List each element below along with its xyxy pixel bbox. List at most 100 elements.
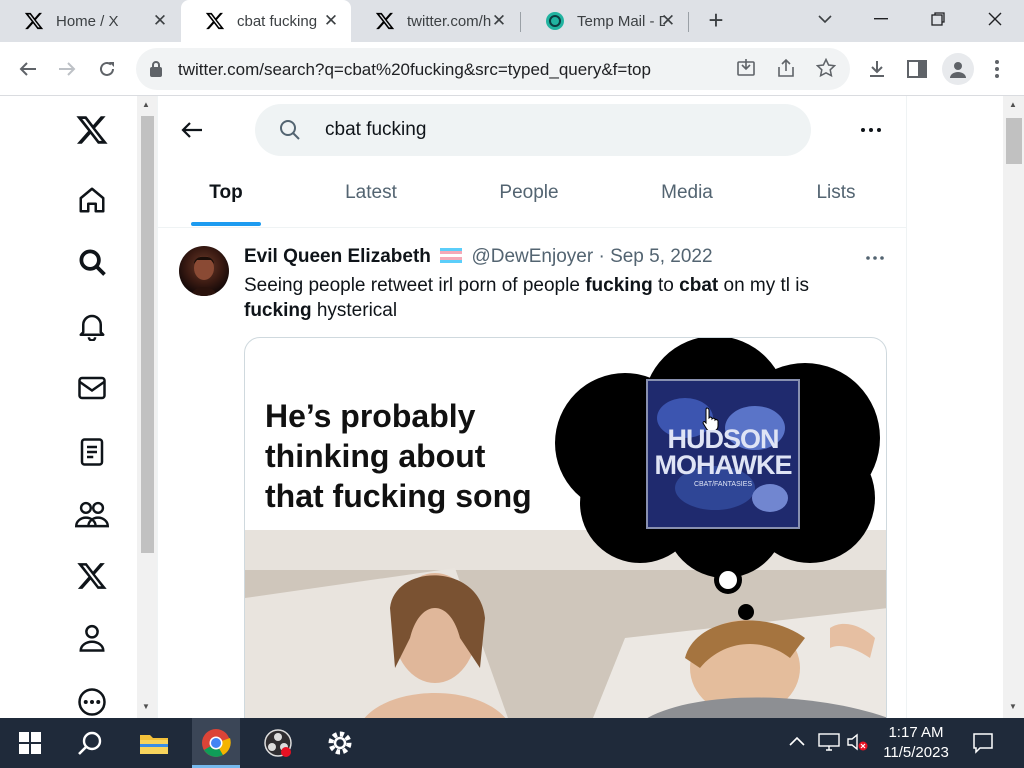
show-hidden-icons-icon[interactable] bbox=[788, 734, 806, 752]
messages-mail-icon[interactable] bbox=[72, 368, 112, 408]
tab-home[interactable]: Home / X ✕ bbox=[0, 0, 180, 42]
close-tab-icon[interactable]: ✕ bbox=[489, 11, 509, 31]
file-explorer-icon[interactable] bbox=[130, 718, 178, 768]
x-premium-icon[interactable] bbox=[72, 556, 112, 596]
tweet-text-part: to bbox=[652, 275, 680, 296]
obs-studio-icon[interactable] bbox=[254, 718, 302, 768]
download-icon[interactable] bbox=[862, 54, 892, 84]
search-highlight: fucking bbox=[585, 275, 653, 296]
search-highlight: fucking bbox=[244, 300, 312, 321]
tab-cbat-search[interactable]: cbat fucking ✕ bbox=[181, 0, 351, 42]
meme-caption-line: that fucking song bbox=[265, 478, 532, 514]
tab-media[interactable]: Media bbox=[648, 182, 726, 212]
tab-top[interactable]: Top bbox=[191, 182, 261, 212]
settings-gear-icon[interactable] bbox=[316, 718, 364, 768]
meme-caption-line: He’s probably bbox=[265, 398, 476, 434]
back-icon[interactable] bbox=[13, 54, 43, 84]
page-scrollbar-thumb[interactable] bbox=[1006, 118, 1022, 164]
active-tab-indicator bbox=[191, 222, 261, 226]
tab-twitter-com[interactable]: twitter.com/h ✕ bbox=[351, 0, 519, 42]
avatar[interactable] bbox=[179, 246, 229, 296]
search-icon bbox=[279, 119, 301, 146]
browser-tab-strip: Home / X ✕ cbat fucking ✕ twitter.com/h … bbox=[0, 0, 1024, 42]
browser-toolbar: twitter.com/search?q=cbat%20fucking&src=… bbox=[0, 42, 1024, 96]
trans-flag-emoji-icon bbox=[440, 248, 463, 263]
chrome-taskbar-icon[interactable] bbox=[192, 718, 240, 768]
album-cover-title: HUDSON MOHAWKE CBAT/FANTASIES bbox=[649, 426, 797, 492]
side-panel-icon[interactable] bbox=[902, 54, 932, 84]
tweet-text-part: on my tl is bbox=[718, 275, 810, 296]
close-tab-icon[interactable]: ✕ bbox=[150, 11, 170, 31]
tab-latest[interactable]: Latest bbox=[330, 182, 412, 212]
sidebar-scrollbar-thumb[interactable] bbox=[141, 116, 154, 553]
tweet-text: Seeing people retweet irl porn of people… bbox=[244, 273, 864, 323]
lock-icon[interactable] bbox=[149, 60, 163, 83]
bookmark-star-icon[interactable] bbox=[815, 57, 837, 83]
notifications-bell-icon[interactable] bbox=[72, 306, 112, 346]
restore-icon[interactable] bbox=[909, 0, 967, 38]
tweet-text-part: Seeing people retweet irl porn of people bbox=[244, 275, 586, 296]
web-page: ▲ ▼ cbat fucking Top Latest People Media… bbox=[0, 96, 1024, 718]
tab-search-icon[interactable] bbox=[796, 0, 854, 38]
x-logo-icon bbox=[24, 11, 44, 31]
temp-mail-icon bbox=[545, 11, 565, 31]
meme-caption-line: thinking about bbox=[265, 438, 486, 474]
new-tab-button[interactable]: + bbox=[700, 6, 732, 36]
hand-cursor-icon bbox=[701, 406, 721, 435]
address-bar[interactable]: twitter.com/search?q=cbat%20fucking&src=… bbox=[136, 48, 850, 90]
profile-icon[interactable] bbox=[72, 618, 112, 658]
scroll-down-arrow-icon[interactable]: ▼ bbox=[1009, 702, 1017, 711]
tab-temp-mail[interactable]: Temp Mail - D ✕ bbox=[521, 0, 688, 42]
minimize-icon[interactable] bbox=[852, 0, 910, 38]
url-text: twitter.com/search?q=cbat%20fucking&src=… bbox=[178, 60, 651, 79]
tweet-separator: · bbox=[598, 246, 605, 267]
x-home-logo-icon[interactable] bbox=[72, 110, 112, 150]
meme-illustration bbox=[245, 338, 886, 718]
home-icon[interactable] bbox=[72, 180, 112, 220]
search-query-text: cbat fucking bbox=[325, 119, 427, 140]
tweet-header: Evil Queen Elizabeth @DewEnjoyer · Sep 5… bbox=[244, 246, 713, 268]
tab-people[interactable]: People bbox=[486, 182, 572, 212]
search-input[interactable]: cbat fucking bbox=[255, 104, 811, 156]
search-highlight: cbat bbox=[679, 275, 719, 296]
lists-icon[interactable] bbox=[72, 432, 112, 472]
page-scrollbar-track[interactable] bbox=[1003, 96, 1024, 718]
close-window-icon[interactable] bbox=[966, 0, 1024, 38]
album-artist-line: HUDSON bbox=[667, 424, 779, 454]
tweet-date[interactable]: Sep 5, 2022 bbox=[610, 246, 712, 267]
clock-date: 11/5/2023 bbox=[883, 744, 949, 761]
windows-start-icon[interactable] bbox=[6, 718, 54, 768]
close-tab-icon[interactable]: ✕ bbox=[321, 11, 341, 31]
scroll-down-arrow-icon[interactable]: ▼ bbox=[142, 702, 150, 711]
explore-search-icon[interactable] bbox=[72, 242, 112, 282]
taskbar-search-icon[interactable] bbox=[66, 718, 114, 768]
profile-avatar-icon[interactable] bbox=[942, 53, 974, 85]
install-app-icon[interactable] bbox=[736, 58, 756, 83]
close-tab-icon[interactable]: ✕ bbox=[658, 11, 678, 31]
tab-title: Temp Mail - D bbox=[577, 12, 665, 30]
tweet-media-image[interactable]: He’s probably thinking about that fuckin… bbox=[244, 337, 887, 718]
notifications-center-icon[interactable] bbox=[972, 732, 994, 759]
reload-icon[interactable] bbox=[92, 54, 122, 84]
tab-title: Home / X bbox=[56, 12, 119, 30]
scroll-up-arrow-icon[interactable]: ▲ bbox=[1009, 100, 1017, 109]
tweet-text-part: hysterical bbox=[311, 300, 398, 321]
scroll-up-arrow-icon[interactable]: ▲ bbox=[142, 100, 150, 109]
more-options-icon[interactable] bbox=[854, 116, 888, 144]
network-icon[interactable] bbox=[818, 732, 840, 757]
back-arrow-icon[interactable] bbox=[176, 114, 208, 146]
more-options-circle-icon[interactable] bbox=[72, 682, 112, 718]
album-subtitle: CBAT/FANTASIES bbox=[693, 481, 753, 488]
communities-icon[interactable] bbox=[72, 494, 112, 534]
forward-icon[interactable] bbox=[52, 54, 82, 84]
tab-lists[interactable]: Lists bbox=[806, 182, 866, 212]
system-clock[interactable]: 1:17 AM 11/5/2023 bbox=[868, 723, 964, 763]
tweet-handle[interactable]: @DewEnjoyer bbox=[471, 246, 593, 267]
volume-muted-icon[interactable] bbox=[846, 732, 868, 757]
tabs-divider bbox=[158, 227, 906, 228]
share-icon[interactable] bbox=[776, 58, 796, 83]
chrome-menu-icon[interactable] bbox=[982, 54, 1012, 84]
tweet-more-icon[interactable] bbox=[860, 248, 890, 268]
column-border bbox=[906, 96, 907, 718]
tweet-author-name[interactable]: Evil Queen Elizabeth bbox=[244, 246, 431, 267]
